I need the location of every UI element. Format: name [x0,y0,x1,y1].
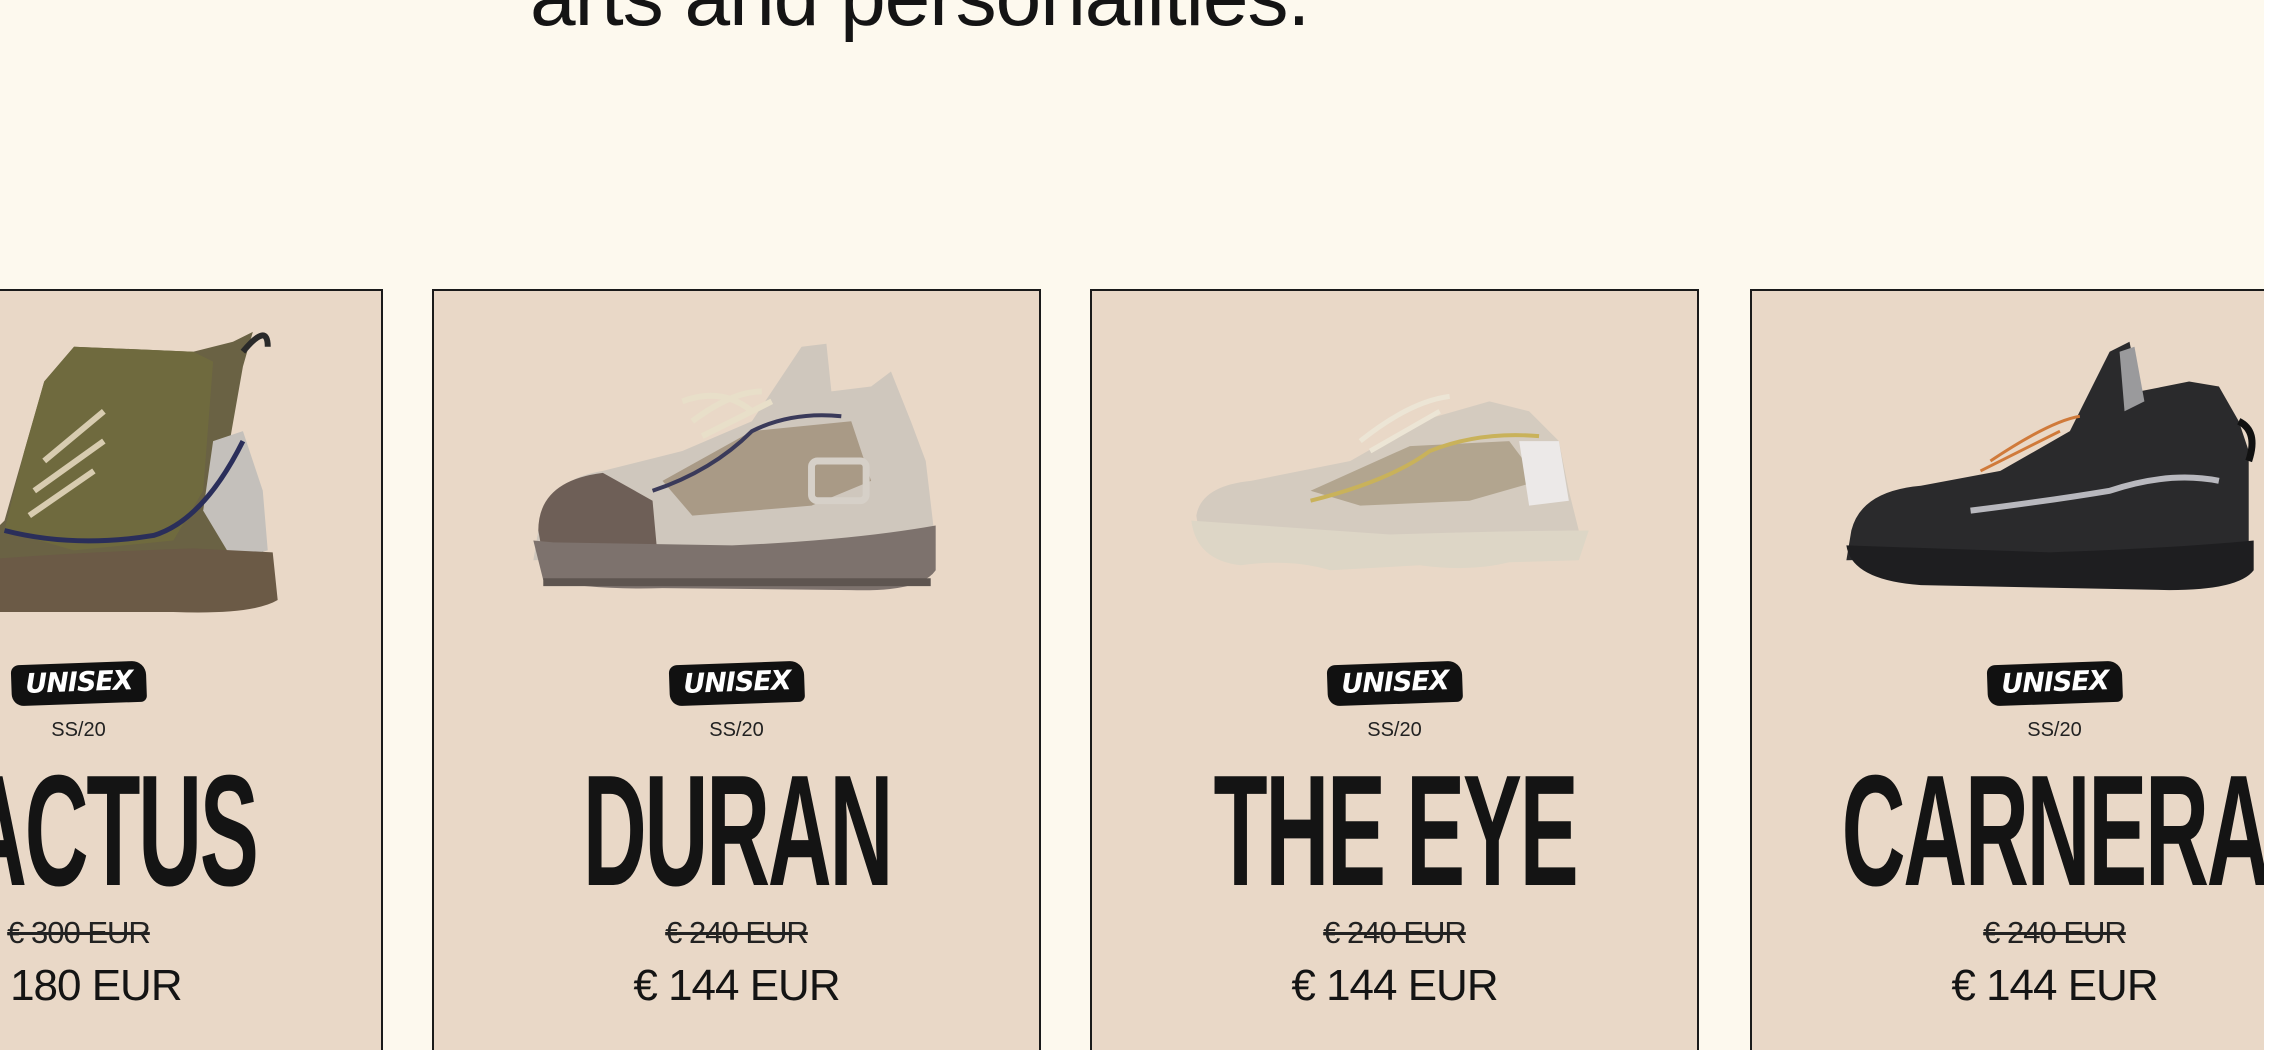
chunky-sneaker-icon [533,343,936,591]
product-image[interactable] [1752,291,2264,621]
product-image[interactable] [434,291,1039,621]
product-season: SS/20 [1367,719,1422,741]
product-sale-price: € 144 EUR [1291,961,1498,1010]
unisex-badge: UNISEX [1326,660,1463,707]
product-sale-price: € 180 EUR [0,961,183,1010]
product-name[interactable]: CARNERA [1841,746,2264,916]
product-card-carnera[interactable]: UNISEX SS/20 CARNERA € 240 EUR € 144 EUR [1750,289,2264,1050]
product-name[interactable]: THE EYE [1213,746,1578,916]
product-original-price: € 240 EUR [1323,915,1467,950]
product-card-duran[interactable]: UNISEX SS/20 DURAN € 240 EUR € 144 EUR [432,289,1041,1050]
product-image[interactable] [1092,291,1697,621]
product-sale-price: € 144 EUR [633,961,840,1010]
product-image[interactable] [0,291,381,621]
product-name[interactable]: CACTUS [0,746,258,916]
unisex-badge: UNISEX [1986,660,2123,707]
unisex-badge: UNISEX [10,660,147,707]
product-name[interactable]: DURAN [582,746,893,916]
product-carousel: arts and personalities. UNISEX SS/20 CAC… [0,0,2264,1050]
section-headline: arts and personalities. [530,0,1310,48]
product-card-cactus[interactable]: UNISEX SS/20 CACTUS € 300 EUR € 180 EUR [0,289,383,1050]
product-card-the-eye[interactable]: UNISEX SS/20 THE EYE € 240 EUR € 144 EUR [1090,289,1699,1050]
product-sale-price: € 144 EUR [1951,961,2158,1010]
product-original-price: € 300 EUR [7,915,151,950]
sneaker-icon [1846,341,2256,591]
product-season: SS/20 [709,719,764,741]
sneaker-icon [1191,393,1589,571]
product-season: SS/20 [2027,719,2082,741]
page-edge [2264,0,2272,1050]
product-original-price: € 240 EUR [1983,915,2127,950]
unisex-badge: UNISEX [668,660,805,707]
product-original-price: € 240 EUR [665,915,809,950]
product-season: SS/20 [51,719,106,741]
high-top-sneaker-icon [0,331,278,613]
